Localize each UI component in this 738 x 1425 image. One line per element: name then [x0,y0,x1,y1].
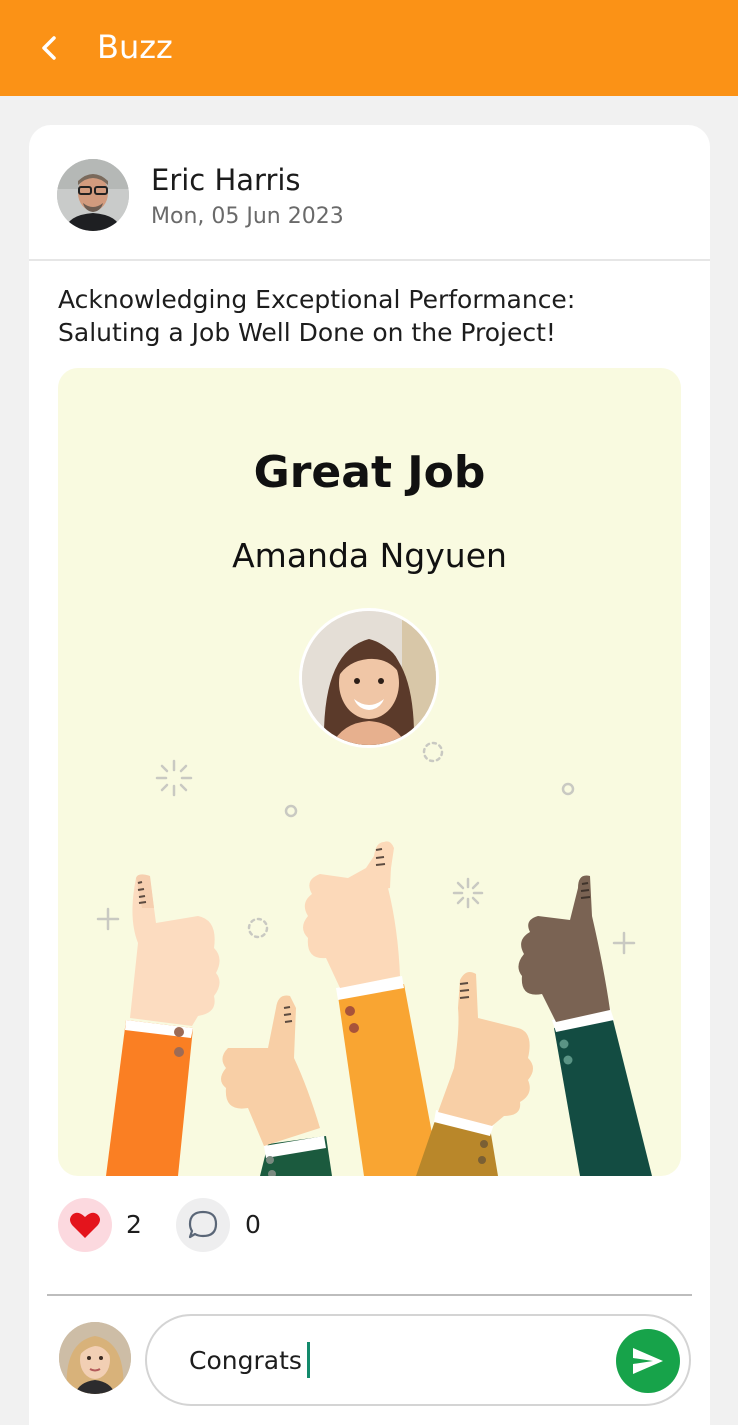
comment-bubble-icon [188,1210,218,1239]
send-button[interactable] [616,1329,680,1393]
heart-icon [70,1212,100,1238]
kudos-title: Great Job [253,447,486,498]
current-user-avatar [59,1322,131,1394]
recipient-avatar [299,608,439,748]
author-avatar[interactable] [57,159,129,231]
app-bar: Buzz [0,0,738,96]
kudos-card[interactable]: Great Job Amanda Ngyuen [58,368,681,1176]
author-name[interactable]: Eric Harris [151,161,301,199]
post-text: Acknowledging Exceptional Performance: S… [58,285,576,347]
divider [47,1294,692,1296]
send-icon [633,1348,663,1374]
like-button[interactable] [58,1198,112,1252]
chevron-left-icon [42,36,56,60]
post-card: Eric Harris Mon, 05 Jun 2023 Acknowledgi… [29,125,710,1425]
comment-count: 0 [245,1210,261,1239]
like-count: 2 [126,1210,142,1239]
divider [29,259,710,261]
text-caret [307,1342,310,1378]
comment-button[interactable] [176,1198,230,1252]
comment-input[interactable] [189,1338,609,1382]
current-user-photo [59,1322,131,1394]
author-photo [57,159,129,231]
recipient-photo [302,611,436,745]
kudos-recipient-name: Amanda Ngyuen [232,536,507,575]
back-button[interactable] [34,28,64,68]
page-title: Buzz [97,28,173,66]
post-date: Mon, 05 Jun 2023 [151,204,344,229]
reaction-row: 2 0 [58,1197,458,1253]
comment-box [145,1314,691,1406]
